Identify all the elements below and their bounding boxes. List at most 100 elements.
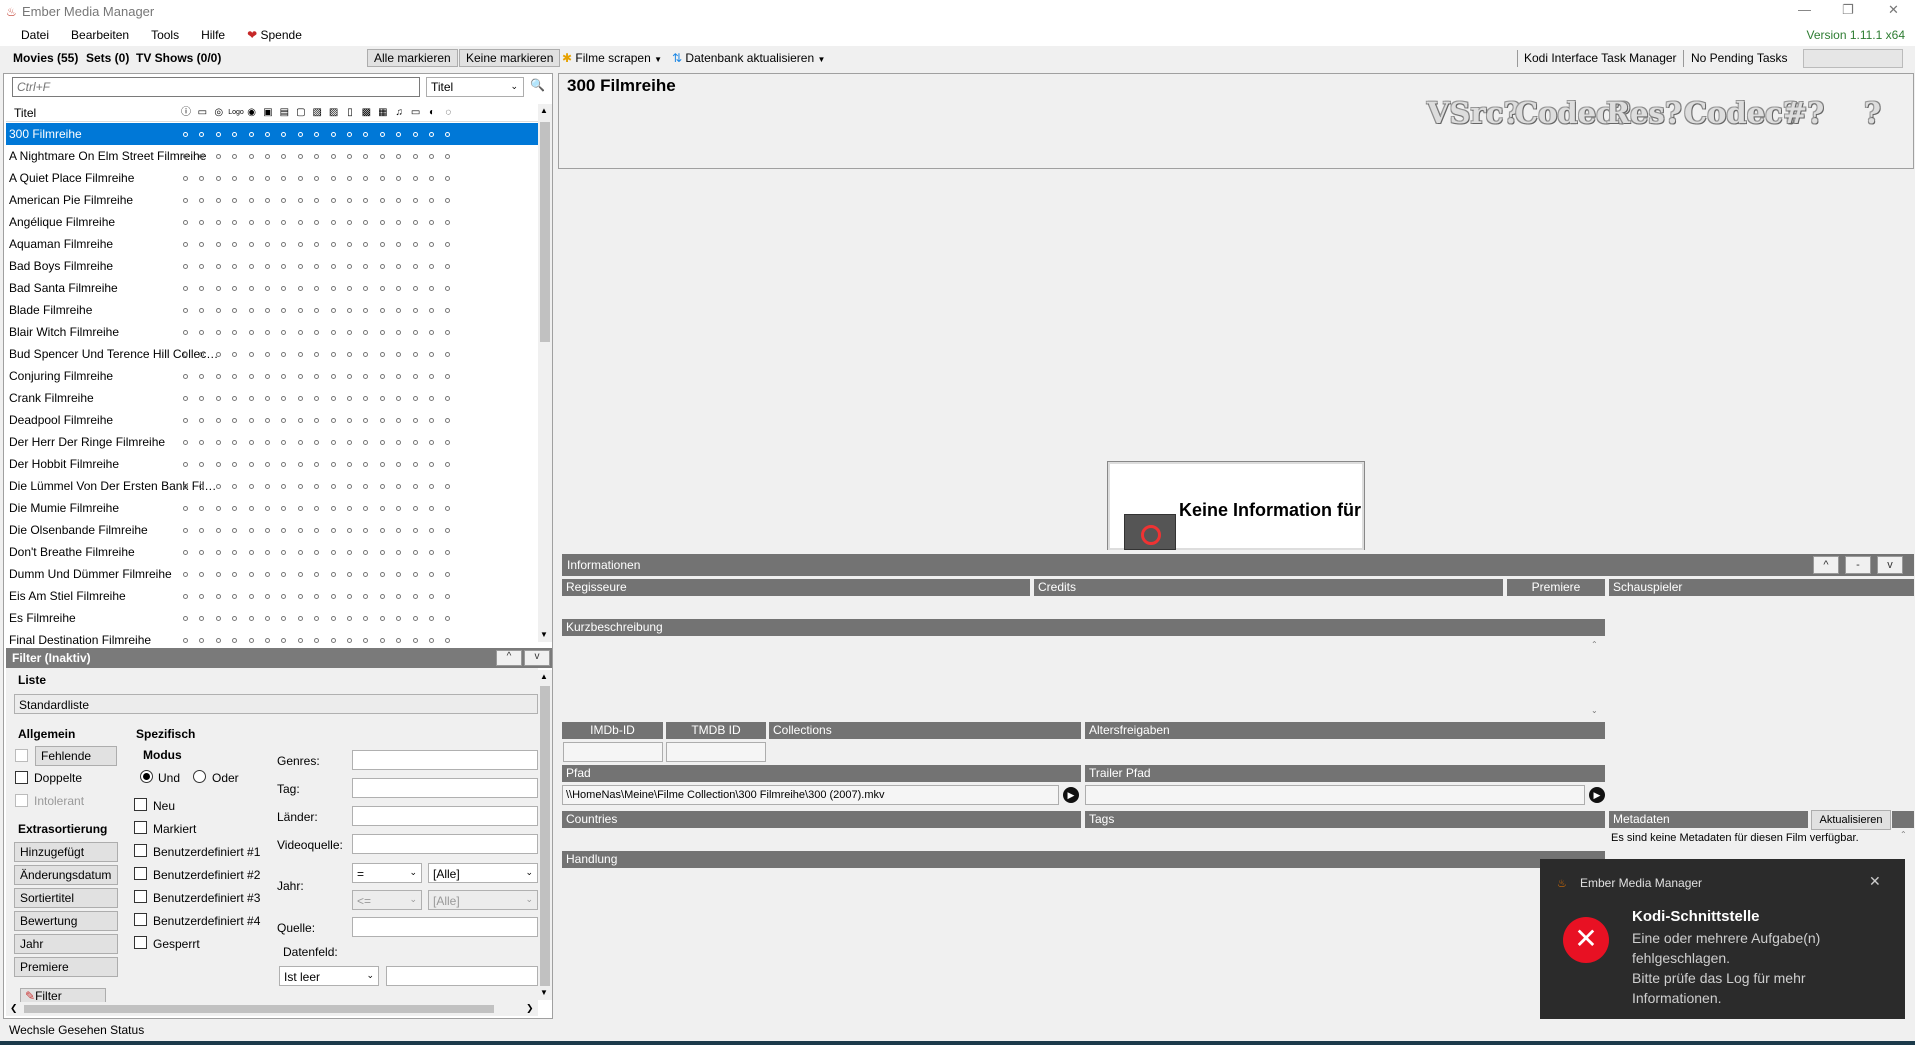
- jahr-operator-select[interactable]: = ⌄: [352, 863, 422, 883]
- sort-hinzugefuegt-button[interactable]: Hinzugefügt: [14, 842, 118, 862]
- list-item[interactable]: Blair Witch Filmreihe: [6, 321, 538, 343]
- list-item[interactable]: Der Herr Der Ringe Filmreihe: [6, 431, 538, 453]
- play-arrow-icon[interactable]: ▶: [1063, 787, 1079, 803]
- info-collapse-button[interactable]: v: [1877, 556, 1903, 574]
- benutzerdefiniert-1-checkbox[interactable]: [134, 844, 147, 857]
- filme-scrapen-button[interactable]: ✱ Filme scrapen ▼: [562, 51, 662, 65]
- extrathumbs-icon[interactable]: ▤: [277, 106, 291, 120]
- tab-tvshows[interactable]: TV Shows (0/0): [136, 51, 221, 65]
- filter-scrollbar[interactable]: ▲ ▼: [538, 670, 552, 1000]
- scroll-down-icon[interactable]: ⌄: [1591, 706, 1598, 715]
- pfad-field[interactable]: \\HomeNas\Meine\Filme Collection\300 Fil…: [562, 785, 1059, 805]
- keine-markieren-button[interactable]: Keine markieren: [459, 49, 561, 67]
- subtitle-icon[interactable]: ▦: [376, 106, 390, 120]
- close-icon[interactable]: ✕: [1888, 2, 1899, 18]
- movie-list[interactable]: 300 Filmreihe A Nightmare On Elm Street F…: [6, 123, 538, 645]
- keyart-icon[interactable]: ▧: [310, 106, 324, 120]
- list-item[interactable]: Bud Spencer Und Terence Hill Collecti...: [6, 343, 538, 365]
- menu-datei[interactable]: Datei: [0, 24, 60, 43]
- gesperrt-checkbox[interactable]: [134, 936, 147, 949]
- tab-movies[interactable]: Movies (55): [13, 51, 78, 65]
- filter-hscrollbar[interactable]: ❮ ❯: [6, 1002, 538, 1016]
- list-item[interactable]: Conjuring Filmreihe: [6, 365, 538, 387]
- column-title[interactable]: Titel: [14, 106, 36, 120]
- fehlende-button[interactable]: Fehlende: [35, 746, 117, 766]
- sort-bewertung-button[interactable]: Bewertung: [14, 911, 118, 931]
- list-item[interactable]: American Pie Filmreihe: [6, 189, 538, 211]
- theme-icon[interactable]: ♫: [392, 106, 406, 120]
- datenbank-aktualisieren-button[interactable]: ⇅ Datenbank aktualisieren ▼: [672, 51, 825, 65]
- trailer-icon[interactable]: ▭: [409, 106, 423, 120]
- list-item[interactable]: Angélique Filmreihe: [6, 211, 538, 233]
- hscroll-thumb[interactable]: [24, 1005, 494, 1013]
- list-item[interactable]: Don't Breathe Filmreihe: [6, 541, 538, 563]
- jahr-value-select[interactable]: [Alle] ⌄: [428, 863, 538, 883]
- aktualisieren-button[interactable]: Aktualisieren: [1811, 810, 1891, 830]
- benutzerdefiniert-3-checkbox[interactable]: [134, 890, 147, 903]
- list-item[interactable]: Aquaman Filmreihe: [6, 233, 538, 255]
- videoquelle-field[interactable]: [352, 834, 538, 854]
- fanart-icon[interactable]: ▢: [294, 106, 308, 120]
- list-item[interactable]: Crank Filmreihe: [6, 387, 538, 409]
- scroll-thumb[interactable]: [540, 122, 550, 342]
- clearlogo-icon[interactable]: Logo: [228, 106, 244, 120]
- tab-sets[interactable]: Sets (0): [86, 51, 129, 65]
- minimize-icon[interactable]: —: [1798, 2, 1811, 17]
- banner-icon[interactable]: ▭: [195, 106, 209, 120]
- clearart-icon[interactable]: ◎: [212, 106, 226, 120]
- menu-hilfe[interactable]: Hilfe: [190, 24, 236, 43]
- filter-expand-button[interactable]: ^: [496, 650, 522, 666]
- discart-icon[interactable]: ◉: [245, 106, 259, 120]
- watched-icon[interactable]: ◐: [425, 106, 439, 120]
- sort-select[interactable]: Titel ⌄: [426, 77, 524, 97]
- scroll-right-icon[interactable]: ❯: [526, 1003, 534, 1014]
- list-item[interactable]: 300 Filmreihe: [6, 123, 538, 145]
- scroll-up-icon[interactable]: ▲: [540, 672, 548, 681]
- markiert-checkbox[interactable]: [134, 821, 147, 834]
- list-item[interactable]: A Nightmare On Elm Street Filmreihe: [6, 145, 538, 167]
- scroll-down-icon[interactable]: ▼: [540, 630, 548, 639]
- und-radio[interactable]: [140, 770, 153, 783]
- scroll-left-icon[interactable]: ❮: [10, 1003, 18, 1014]
- alle-markieren-button[interactable]: Alle markieren: [367, 49, 458, 67]
- list-item[interactable]: A Quiet Place Filmreihe: [6, 167, 538, 189]
- menu-spende[interactable]: ❤ Spende: [236, 24, 313, 43]
- intolerant-checkbox[interactable]: [15, 794, 28, 807]
- info-icon[interactable]: ⓘ: [179, 106, 193, 120]
- imdb-field[interactable]: [563, 742, 663, 762]
- list-scrollbar[interactable]: ▲ ▼: [538, 104, 552, 642]
- scroll-up-icon[interactable]: ⌃: [1591, 640, 1598, 649]
- oder-radio[interactable]: [193, 770, 206, 783]
- list-item[interactable]: Dumm Und Dümmer Filmreihe: [6, 563, 538, 585]
- play-arrow-icon[interactable]: ▶: [1589, 787, 1605, 803]
- benutzerdefiniert-4-checkbox[interactable]: [134, 913, 147, 926]
- sort-jahr-button[interactable]: Jahr: [14, 934, 118, 954]
- poster-icon[interactable]: ▩: [359, 106, 373, 120]
- list-item[interactable]: Bad Boys Filmreihe: [6, 255, 538, 277]
- search-icon[interactable]: 🔍: [530, 78, 548, 96]
- sort-sortiertitel-button[interactable]: Sortiertitel: [14, 888, 118, 908]
- list-item[interactable]: Die Olsenbande Filmreihe: [6, 519, 538, 541]
- scroll-down-icon[interactable]: ▼: [540, 988, 548, 997]
- list-item[interactable]: Die Lümmel Von Der Ersten Bank Filmr...: [6, 475, 538, 497]
- mark-icon[interactable]: ◌: [441, 106, 455, 120]
- neu-checkbox[interactable]: [134, 798, 147, 811]
- menu-tools[interactable]: Tools: [140, 24, 190, 43]
- fehlende-checkbox[interactable]: [15, 749, 28, 762]
- benutzerdefiniert-2-checkbox[interactable]: [134, 867, 147, 880]
- restore-icon[interactable]: ❐: [1842, 2, 1854, 18]
- datenfeld-input[interactable]: [386, 966, 538, 986]
- close-icon[interactable]: ✕: [1869, 873, 1881, 890]
- scroll-up-icon[interactable]: ▲: [540, 106, 548, 115]
- scroll-thumb[interactable]: [540, 686, 550, 986]
- nfo-icon[interactable]: ▯: [343, 106, 357, 120]
- list-item[interactable]: Final Destination Filmreihe: [6, 629, 538, 645]
- search-input[interactable]: [12, 77, 420, 97]
- doppelte-checkbox[interactable]: [15, 771, 28, 784]
- list-item[interactable]: Blade Filmreihe: [6, 299, 538, 321]
- landscape-icon[interactable]: ▨: [327, 106, 341, 120]
- tmdb-field[interactable]: [666, 742, 766, 762]
- info-expand-button[interactable]: ^: [1813, 556, 1839, 574]
- menu-bearbeiten[interactable]: Bearbeiten: [60, 24, 140, 43]
- liste-select[interactable]: Standardliste: [14, 694, 538, 714]
